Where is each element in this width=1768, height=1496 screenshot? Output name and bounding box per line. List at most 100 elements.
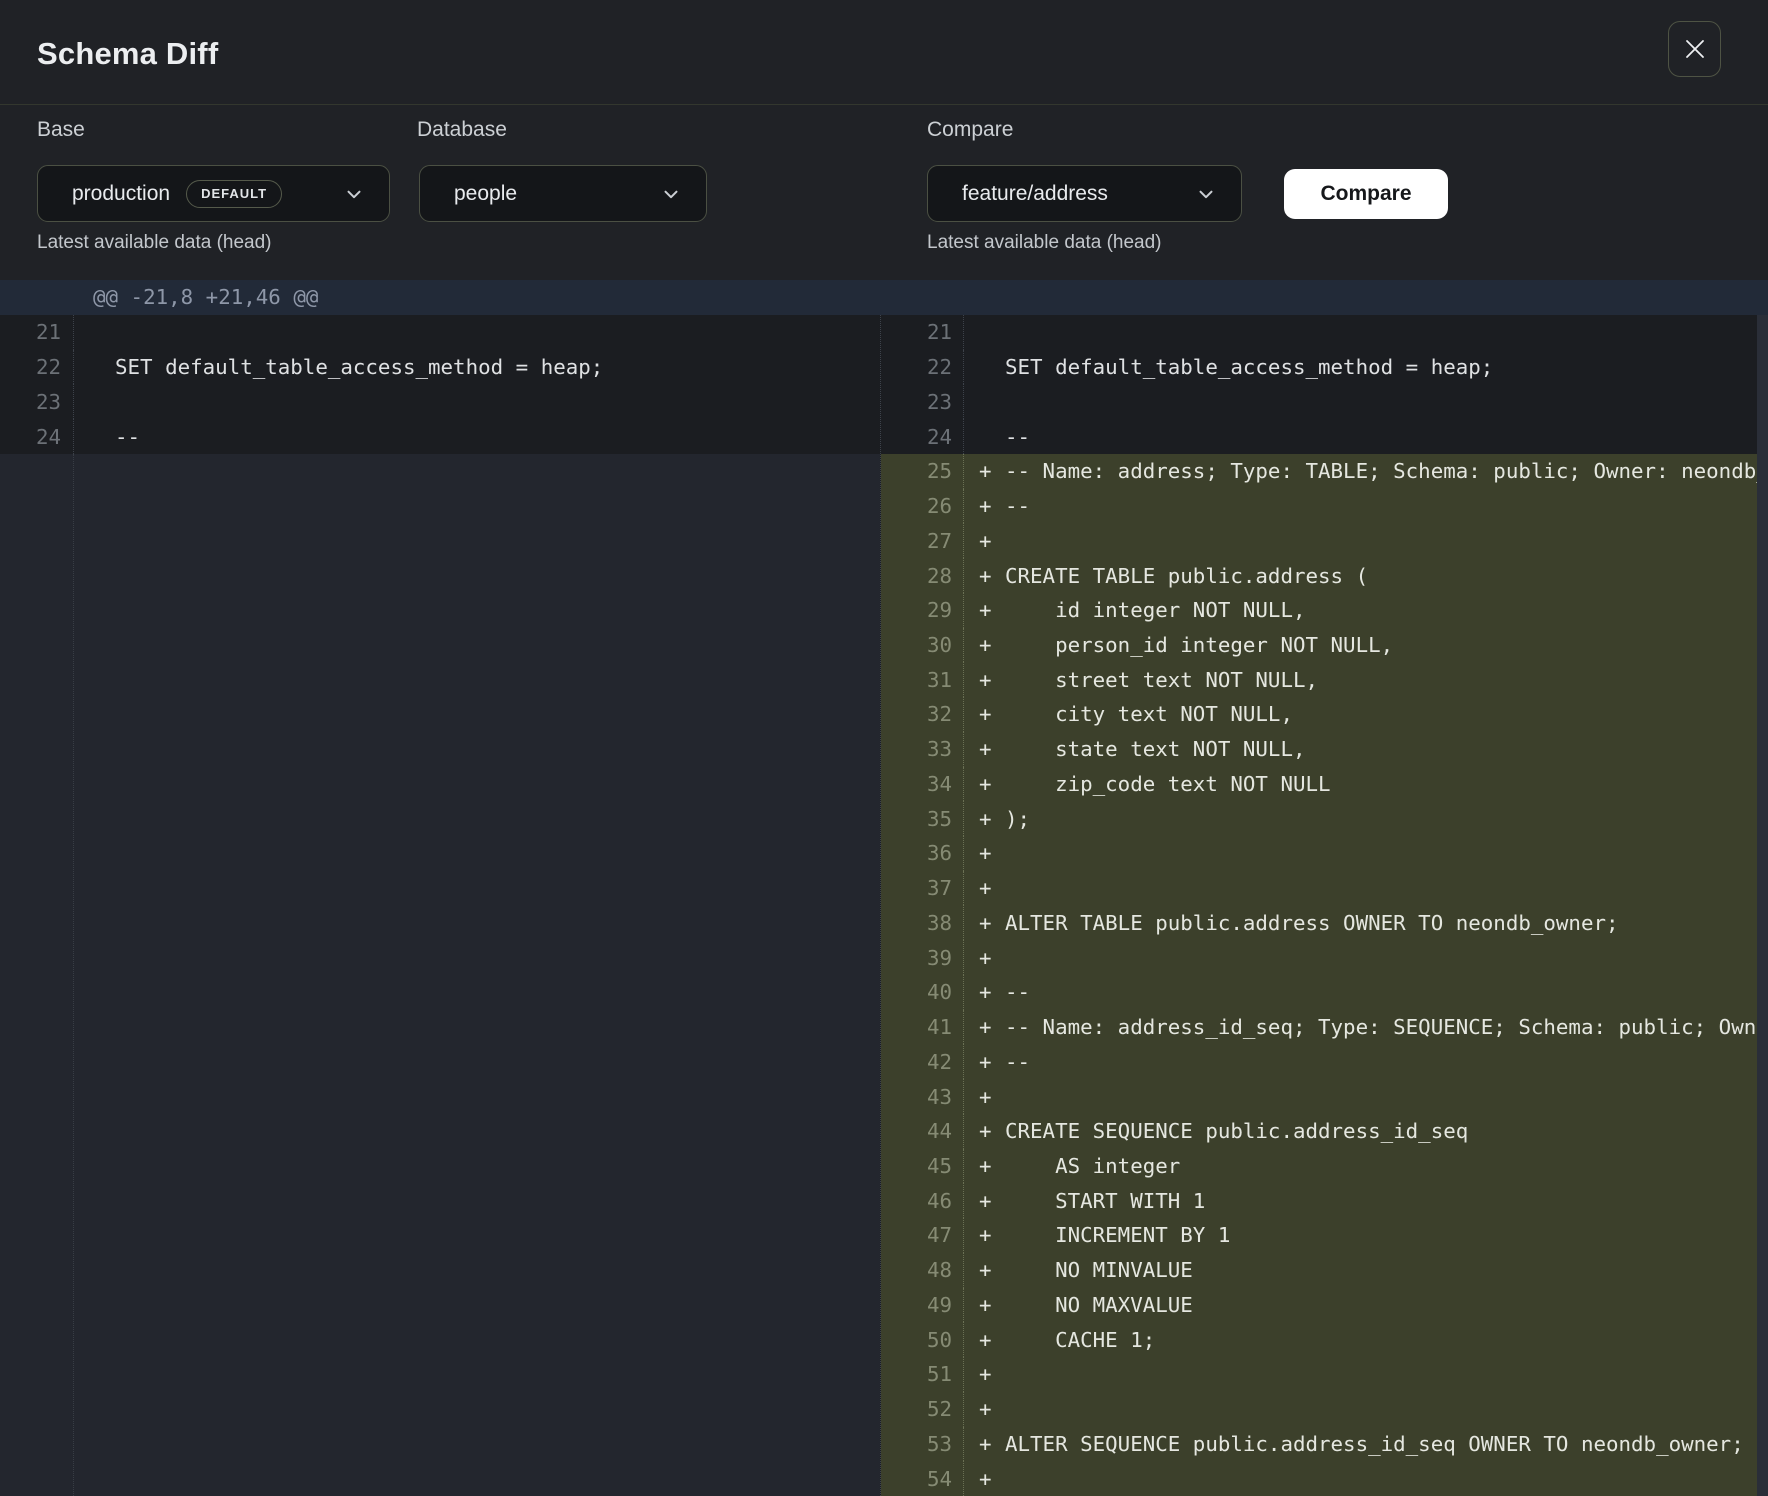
- diff-row: 22 SET default_table_access_method = heap…: [881, 350, 1768, 385]
- code-text: AS integer: [1005, 1154, 1768, 1178]
- compare-branch-select[interactable]: feature/address: [927, 165, 1242, 222]
- line-number: 23: [881, 384, 964, 419]
- diff-marker: +: [964, 598, 1005, 622]
- default-badge: DEFAULT: [186, 180, 282, 208]
- line-number: 28: [881, 558, 964, 593]
- diff-marker: +: [964, 564, 1005, 588]
- hunk-header: @@ -21,8 +21,46 @@: [0, 280, 1768, 315]
- chevron-down-icon: [343, 183, 365, 205]
- database-select[interactable]: people: [419, 165, 707, 222]
- empty-filler: [0, 454, 880, 1496]
- code-text: --: [1005, 1050, 1768, 1074]
- code-text: NO MINVALUE: [1005, 1258, 1768, 1282]
- diff-row: 24--: [881, 419, 1768, 454]
- line-number: 22: [881, 350, 964, 385]
- line-number: 49: [881, 1288, 964, 1323]
- diff-row: 36+: [881, 836, 1768, 871]
- line-number: 44: [881, 1114, 964, 1149]
- diff-row: 49+ NO MAXVALUE: [881, 1288, 1768, 1323]
- base-hint: Latest available data (head): [37, 232, 272, 254]
- line-number: 45: [881, 1149, 964, 1184]
- diff-panes: 2122SET default_table_access_method = he…: [0, 315, 1768, 1496]
- line-number: 21: [881, 315, 964, 350]
- diff-marker: +: [964, 946, 1005, 970]
- line-number: 21: [0, 315, 74, 350]
- diff-marker: +: [964, 841, 1005, 865]
- line-number: 53: [881, 1427, 964, 1462]
- diff-row: 44+CREATE SEQUENCE public.address_id_seq: [881, 1114, 1768, 1149]
- diff-row: 33+ state text NOT NULL,: [881, 732, 1768, 767]
- diff-row: 48+ NO MINVALUE: [881, 1253, 1768, 1288]
- compare-button[interactable]: Compare: [1284, 169, 1448, 219]
- diff-row: 29+ id integer NOT NULL,: [881, 593, 1768, 628]
- code-text: );: [1005, 807, 1768, 831]
- line-number: 26: [881, 489, 964, 524]
- diff-row: 32+ city text NOT NULL,: [881, 697, 1768, 732]
- diff-row: 23: [881, 384, 1768, 419]
- line-number: 48: [881, 1253, 964, 1288]
- diff-row: 45+ AS integer: [881, 1149, 1768, 1184]
- chevron-down-icon: [1195, 183, 1217, 205]
- diff-marker: +: [964, 1467, 1005, 1491]
- compare-branch-value: feature/address: [962, 182, 1108, 206]
- diff-marker: +: [964, 668, 1005, 692]
- base-label: Base: [37, 118, 85, 142]
- diff-marker: +: [964, 980, 1005, 1004]
- code-text: SET default_table_access_method = heap;: [115, 355, 880, 379]
- diff-row: 42+--: [881, 1044, 1768, 1079]
- diff-marker: +: [964, 494, 1005, 518]
- modal-header: Schema Diff: [0, 0, 1768, 105]
- line-number: 39: [881, 940, 964, 975]
- line-number: 34: [881, 767, 964, 802]
- code-text: INCREMENT BY 1: [1005, 1223, 1768, 1247]
- code-text: id integer NOT NULL,: [1005, 598, 1768, 622]
- controls-bar: Base Database Compare production DEFAULT…: [0, 105, 1768, 280]
- close-button[interactable]: [1668, 21, 1721, 77]
- line-number: 30: [881, 628, 964, 663]
- code-text: SET default_table_access_method = heap;: [1005, 355, 1768, 379]
- diff-row: 34+ zip_code text NOT NULL: [881, 767, 1768, 802]
- line-number: 37: [881, 871, 964, 906]
- diff-marker: +: [964, 1432, 1005, 1456]
- line-number: 24: [0, 419, 74, 454]
- diff-row: 46+ START WITH 1: [881, 1183, 1768, 1218]
- diff-row: 39+: [881, 940, 1768, 975]
- diff-row: 25+-- Name: address; Type: TABLE; Schema…: [881, 454, 1768, 489]
- line-number: 36: [881, 836, 964, 871]
- line-number: 38: [881, 905, 964, 940]
- line-number: 23: [0, 384, 74, 419]
- diff-row: 53+ALTER SEQUENCE public.address_id_seq …: [881, 1427, 1768, 1462]
- diff-marker: +: [964, 1015, 1005, 1039]
- code-text: NO MAXVALUE: [1005, 1293, 1768, 1317]
- base-branch-select[interactable]: production DEFAULT: [37, 165, 390, 222]
- diff-pane-compare: 2122 SET default_table_access_method = he…: [880, 315, 1768, 1496]
- scrollbar-track[interactable]: [1757, 315, 1768, 1496]
- line-number: 24: [881, 419, 964, 454]
- page-title: Schema Diff: [37, 36, 218, 72]
- diff-row: 28+CREATE TABLE public.address (: [881, 558, 1768, 593]
- code-text: ALTER SEQUENCE public.address_id_seq OWN…: [1005, 1432, 1768, 1456]
- diff-marker: +: [964, 807, 1005, 831]
- diff-row: 31+ street text NOT NULL,: [881, 662, 1768, 697]
- diff-marker: +: [964, 1050, 1005, 1074]
- line-number: 47: [881, 1218, 964, 1253]
- close-icon: [1682, 36, 1708, 62]
- code-text: person_id integer NOT NULL,: [1005, 633, 1768, 657]
- line-number: 42: [881, 1044, 964, 1079]
- diff-row: 27+: [881, 523, 1768, 558]
- diff-marker: +: [964, 911, 1005, 935]
- code-text: START WITH 1: [1005, 1189, 1768, 1213]
- code-text: -- Name: address_id_seq; Type: SEQUENCE;…: [1005, 1015, 1768, 1039]
- diff-row: 35+);: [881, 801, 1768, 836]
- line-number: 22: [0, 350, 74, 385]
- diff-row: 50+ CACHE 1;: [881, 1322, 1768, 1357]
- line-number: 43: [881, 1079, 964, 1114]
- diff-row: 30+ person_id integer NOT NULL,: [881, 628, 1768, 663]
- diff-marker: +: [964, 702, 1005, 726]
- diff-marker: +: [964, 1328, 1005, 1352]
- database-label: Database: [417, 118, 507, 142]
- diff-marker: +: [964, 737, 1005, 761]
- line-number: 51: [881, 1357, 964, 1392]
- line-number: 41: [881, 1010, 964, 1045]
- database-value: people: [454, 182, 517, 206]
